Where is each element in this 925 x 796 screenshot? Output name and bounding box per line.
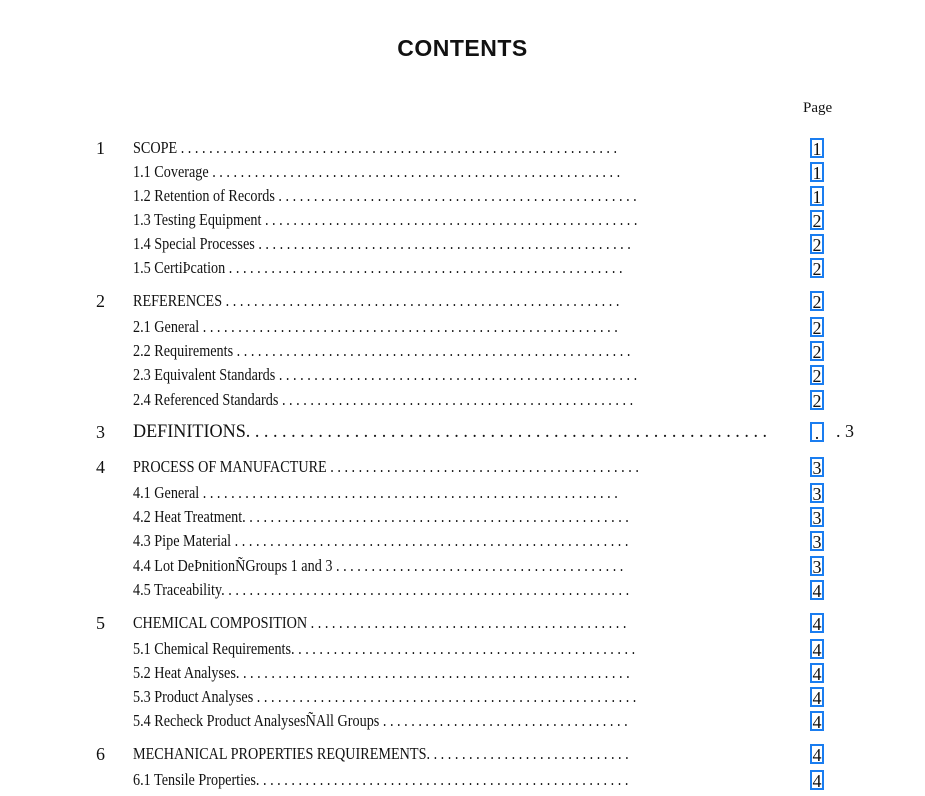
entry-label: 1.5 CertiÞcation . . . . . . . . . . . .… [133, 258, 623, 277]
page-link[interactable]: 2 [810, 341, 824, 361]
toc-entry: 1.2 Retention of Records . . . . . . . .… [0, 184, 925, 208]
entry-label: 2.3 Equivalent Standards . . . . . . . .… [133, 365, 638, 384]
page-column-header: Page [803, 100, 833, 116]
section-number: 2 [96, 291, 105, 311]
toc-entry: 4.2 Heat Treatment. . . . . . . . . . . … [0, 505, 925, 529]
entry-label: SCOPE . . . . . . . . . . . . . . . . . … [133, 138, 618, 157]
entry-label: 4.1 General . . . . . . . . . . . . . . … [133, 483, 618, 502]
section-number: 4 [96, 457, 105, 477]
page-link[interactable]: 3 [810, 507, 824, 527]
entry-label: 2.4 Referenced Standards . . . . . . . .… [133, 390, 634, 409]
entry-label: 5.3 Product Analyses . . . . . . . . . .… [133, 687, 637, 706]
entry-label: 1.1 Coverage . . . . . . . . . . . . . .… [133, 162, 621, 181]
entry-label: REFERENCES . . . . . . . . . . . . . . .… [133, 291, 620, 310]
entry-label: 1.2 Retention of Records . . . . . . . .… [133, 186, 637, 205]
entry-label: CHEMICAL COMPOSITION . . . . . . . . . .… [133, 613, 627, 632]
page-link[interactable]: 2 [810, 365, 824, 385]
page-link[interactable]: 2 [810, 317, 824, 337]
toc-entry: 2.4 Referenced Standards . . . . . . . .… [0, 388, 925, 412]
entry-label: 4.5 Traceability. . . . . . . . . . . . … [133, 580, 630, 599]
page-link[interactable]: 4 [810, 580, 824, 600]
entry-label: 4.4 Lot DeÞnitionÑGroups 1 and 3 . . . .… [133, 556, 624, 575]
entry-label: 4.3 Pipe Material . . . . . . . . . . . … [133, 531, 629, 550]
toc-entry: 3 DEFINITIONS. . . . . . . . . . . . . . … [0, 420, 925, 444]
toc-entry: 1.5 CertiÞcation . . . . . . . . . . . .… [0, 256, 925, 280]
entry-label: 1.3 Testing Equipment . . . . . . . . . … [133, 210, 638, 229]
page-link[interactable]: 2 [810, 390, 824, 410]
page-title: CONTENTS [397, 35, 528, 61]
toc-entry: 1.1 Coverage . . . . . . . . . . . . . .… [0, 160, 925, 184]
page-link[interactable]: 2 [810, 258, 824, 278]
page-link[interactable]: 3 [810, 531, 824, 551]
section-number: 1 [96, 138, 105, 158]
page-link[interactable]: 2 [810, 234, 824, 254]
toc-entry: 4 PROCESS OF MANUFACTURE . . . . . . . . … [0, 455, 925, 479]
entry-label: 2.2 Requirements . . . . . . . . . . . .… [133, 341, 631, 360]
page-link[interactable]: 3 [810, 483, 824, 503]
entry-label: MECHANICAL PROPERTIES REQUIREMENTS. . . … [133, 744, 629, 763]
toc-entry: 2 REFERENCES . . . . . . . . . . . . . . … [0, 289, 925, 313]
section-number: 5 [96, 613, 105, 633]
toc-entry: 5.2 Heat Analyses. . . . . . . . . . . .… [0, 661, 925, 685]
page-link[interactable]: 2 [810, 291, 824, 311]
page-link[interactable]: . [810, 422, 824, 442]
entry-label: 2.1 General . . . . . . . . . . . . . . … [133, 317, 618, 336]
page-link[interactable]: 3 [810, 556, 824, 576]
entry-label: 4.2 Heat Treatment. . . . . . . . . . . … [133, 507, 629, 526]
page-link[interactable]: 4 [810, 770, 824, 790]
toc-entry: 6 MECHANICAL PROPERTIES REQUIREMENTS. . .… [0, 742, 925, 766]
entry-label: PROCESS OF MANUFACTURE . . . . . . . . .… [133, 457, 639, 476]
page-link[interactable]: 4 [810, 711, 824, 731]
entry-label: 6.1 Tensile Properties. . . . . . . . . … [133, 770, 629, 789]
toc-entry: 1.3 Testing Equipment . . . . . . . . . … [0, 208, 925, 232]
toc-entry: 5.4 Recheck Product AnalysesÑAll Groups … [0, 709, 925, 733]
page-link[interactable]: 4 [810, 744, 824, 764]
entry-label: 1.4 Special Processes . . . . . . . . . … [133, 234, 631, 253]
toc-entry: 2.2 Requirements . . . . . . . . . . . .… [0, 339, 925, 363]
page-link[interactable]: 1 [810, 138, 824, 158]
toc-entry: 4.4 Lot DeÞnitionÑGroups 1 and 3 . . . .… [0, 554, 925, 578]
toc-entry: 5 CHEMICAL COMPOSITION . . . . . . . . . … [0, 611, 925, 635]
toc-entry: 1.4 Special Processes . . . . . . . . . … [0, 232, 925, 256]
toc-entry: 6.1 Tensile Properties. . . . . . . . . … [0, 768, 925, 792]
page-link[interactable]: 4 [810, 639, 824, 659]
section-number: 3 [96, 422, 105, 442]
toc-entry: 5.3 Product Analyses . . . . . . . . . .… [0, 685, 925, 709]
entry-label: 5.4 Recheck Product AnalysesÑAll Groups … [133, 711, 628, 730]
toc-entry: 4.3 Pipe Material . . . . . . . . . . . … [0, 529, 925, 553]
page-link[interactable]: 2 [810, 210, 824, 230]
page-link[interactable]: 4 [810, 687, 824, 707]
toc-entry: 4.5 Traceability. . . . . . . . . . . . … [0, 578, 925, 602]
page-link[interactable]: 1 [810, 162, 824, 182]
section-number: 6 [96, 744, 105, 764]
toc-entry: 1 SCOPE . . . . . . . . . . . . . . . . .… [0, 136, 925, 160]
page-link[interactable]: 4 [810, 613, 824, 633]
entry-label: DEFINITIONS. . . . . . . . . . . . . . .… [133, 422, 768, 442]
toc-entry: 4.1 General . . . . . . . . . . . . . . … [0, 481, 925, 505]
page-link[interactable]: 4 [810, 663, 824, 683]
toc-entry: 2.1 General . . . . . . . . . . . . . . … [0, 315, 925, 339]
entry-label: 5.2 Heat Analyses. . . . . . . . . . . .… [133, 663, 630, 682]
page-link[interactable]: 1 [810, 186, 824, 206]
page-number-overflow: . 3 [836, 421, 854, 441]
toc-entry: 5.1 Chemical Requirements. . . . . . . .… [0, 637, 925, 661]
page-link[interactable]: 3 [810, 457, 824, 477]
toc-entry: 2.3 Equivalent Standards . . . . . . . .… [0, 363, 925, 387]
entry-label: 5.1 Chemical Requirements. . . . . . . .… [133, 639, 636, 658]
